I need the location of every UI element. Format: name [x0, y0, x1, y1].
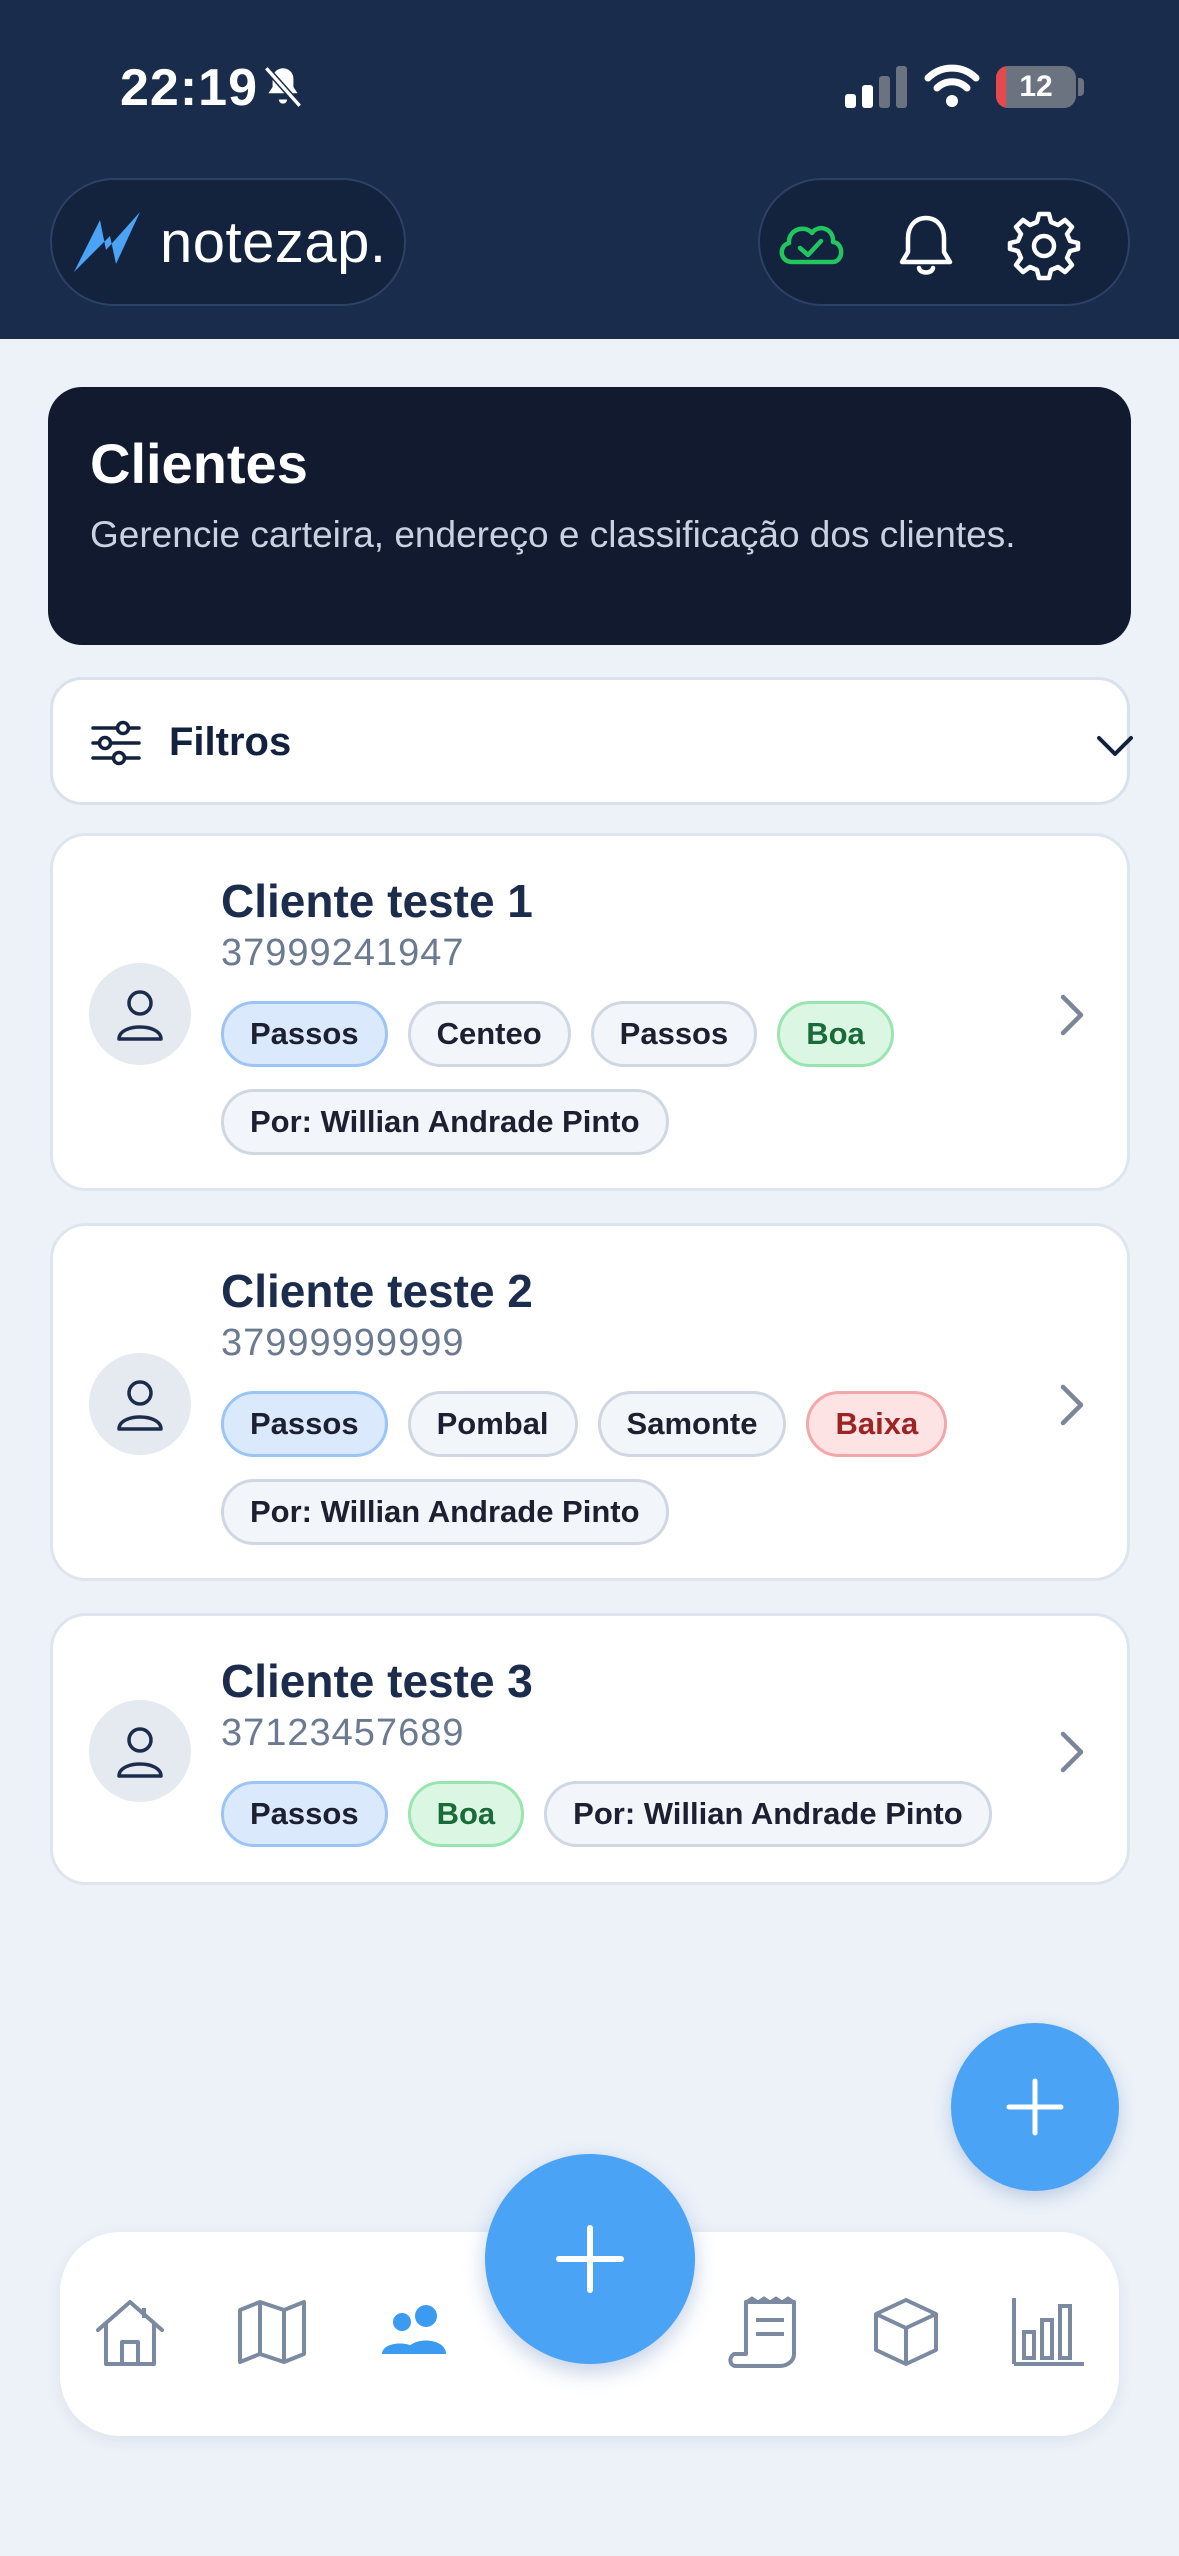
gear-icon[interactable]: [1006, 206, 1082, 282]
tag: Centeo: [407, 1001, 571, 1067]
user-icon: [117, 1727, 163, 1778]
tag: Passos: [221, 1781, 388, 1847]
bell-icon[interactable]: [888, 206, 964, 282]
avatar: [89, 1353, 191, 1455]
page-subtitle: Gerencie carteira, endereço e classifica…: [90, 514, 1016, 555]
chevron-right-icon: [1060, 1731, 1084, 1773]
map-icon[interactable]: [232, 2292, 312, 2372]
avatar: [89, 963, 191, 1065]
bell-muted-icon: [263, 66, 303, 108]
client-phone: 37999999999: [221, 1322, 465, 1364]
brand-logo[interactable]: notezap.: [50, 178, 406, 306]
client-name: Cliente teste 2: [221, 1265, 533, 1317]
bolt-logo-icon: [74, 212, 140, 272]
client-tags: Passos Pombal Samonte Baixa Por: Willian…: [221, 1391, 1051, 1545]
plus-icon: [556, 2225, 624, 2293]
user-icon: [117, 990, 163, 1041]
tag: Samonte: [597, 1391, 787, 1457]
client-name: Cliente teste 1: [221, 875, 533, 927]
client-tags: Passos Centeo Passos Boa Por: Willian An…: [221, 1001, 1051, 1155]
app-header: 22:19 12 notezap.: [0, 0, 1179, 339]
client-card[interactable]: Cliente teste 3 37123457689 Passos Boa P…: [50, 1613, 1130, 1885]
battery-nub: [1078, 78, 1084, 96]
tag: Passos: [590, 1001, 758, 1067]
plus-icon: [1006, 2078, 1064, 2136]
tag: Pombal: [407, 1391, 578, 1457]
header-actions: [758, 178, 1130, 306]
tag: Por: Willian Andrade Pinto: [544, 1781, 992, 1847]
battery-indicator: 12: [996, 66, 1076, 108]
tag: Boa: [407, 1781, 525, 1847]
add-client-button[interactable]: [951, 2023, 1119, 2191]
client-tags: Passos Boa Por: Willian Andrade Pinto: [221, 1781, 1051, 1847]
brand-name: notezap.: [160, 209, 387, 275]
home-icon[interactable]: [90, 2292, 170, 2372]
receipt-icon[interactable]: [724, 2292, 804, 2372]
client-name: Cliente teste 3: [221, 1655, 533, 1707]
chart-icon[interactable]: [1008, 2292, 1088, 2372]
tag: Baixa: [806, 1391, 948, 1457]
signal-icon: [845, 66, 907, 108]
filters-toggle[interactable]: Filtros: [50, 677, 1133, 805]
cloud-check-icon[interactable]: [772, 206, 848, 282]
client-phone: 37123457689: [221, 1712, 465, 1754]
sliders-icon: [91, 720, 141, 766]
tag: Por: Willian Andrade Pinto: [221, 1089, 669, 1155]
client-card[interactable]: Cliente teste 1 37999241947 Passos Cente…: [50, 833, 1130, 1191]
tag: Por: Willian Andrade Pinto: [221, 1479, 669, 1545]
tag: Passos: [221, 1391, 388, 1457]
wifi-icon: [924, 64, 980, 107]
chevron-right-icon: [1060, 994, 1084, 1036]
filters-label: Filtros: [169, 720, 292, 764]
status-time: 22:19: [120, 59, 258, 117]
client-phone: 37999241947: [221, 932, 465, 974]
avatar: [89, 1700, 191, 1802]
users-icon[interactable]: [374, 2292, 454, 2372]
box-icon[interactable]: [866, 2292, 946, 2372]
tag: Passos: [221, 1001, 388, 1067]
tag: Boa: [777, 1001, 894, 1067]
page-title: Clientes: [90, 432, 308, 495]
main-add-button[interactable]: [485, 2154, 695, 2364]
client-card[interactable]: Cliente teste 2 37999999999 Passos Pomba…: [50, 1223, 1130, 1581]
user-icon: [117, 1380, 163, 1431]
chevron-down-icon: [1097, 736, 1133, 756]
chevron-right-icon: [1060, 1384, 1084, 1426]
page-header-card: Clientes Gerencie carteira, endereço e c…: [48, 387, 1131, 645]
